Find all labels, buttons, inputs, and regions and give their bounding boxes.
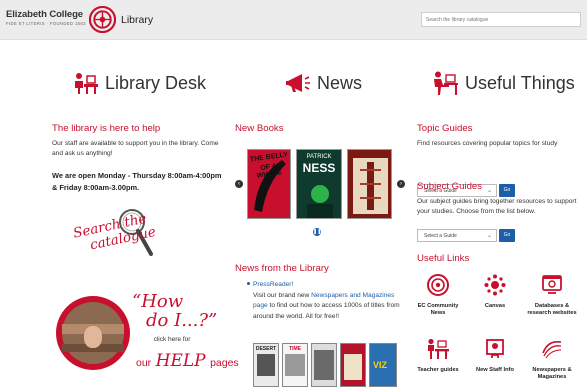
link-teacher-guides[interactable]: Teacher guides (412, 338, 464, 374)
useful-links-heading: Useful Links (417, 253, 470, 264)
opening-hours-text: We are open Monday - Thursday 8:00am-4:0… (52, 171, 222, 192)
library-desk-icon (75, 73, 98, 94)
college-logo-icon[interactable] (89, 6, 116, 33)
magazine-title: DESERT (255, 346, 277, 352)
help-how-text: “How do I...?” (132, 292, 217, 330)
subject-guide-select[interactable]: Select a Guide ⌄ (417, 229, 497, 242)
ec-logo-icon (427, 274, 449, 296)
link-newspapers-magazines[interactable]: Newspapers & Magazines (526, 338, 578, 381)
newspaper-icon (542, 340, 562, 359)
new-books-heading: New Books (235, 123, 284, 134)
link-label: Newspapers & Magazines (532, 367, 572, 380)
subject-guide-select-value: Select a Guide (424, 233, 457, 239)
link-databases[interactable]: Databases & research websites (526, 274, 578, 317)
help-photo (56, 296, 130, 370)
book-art-icon (353, 158, 388, 214)
news-bullet (247, 282, 250, 285)
carousel-prev-button[interactable]: ‹ (235, 180, 243, 188)
book-cover[interactable] (347, 149, 392, 219)
help-intro-text: Our staff are available to support you i… (52, 140, 219, 157)
news-item-title-link[interactable]: PressReader! (253, 280, 401, 291)
carousel-next-button[interactable]: › (397, 180, 405, 188)
help-our-word: our (136, 357, 152, 369)
catalogue-search-input[interactable]: Search the library catalogue (421, 12, 581, 27)
help-pages-link[interactable]: “How do I...?” click here for our HELP p… (56, 292, 239, 382)
help-do-line: do I...?” (146, 310, 218, 331)
useful-things-heading: Useful Things (431, 71, 575, 95)
magazine-title: TIME (289, 346, 301, 352)
page-title: Library (121, 14, 154, 26)
news-heading: News (285, 71, 362, 95)
college-brand[interactable]: Elizabeth College FIDE ET LITERIS · FOUN… (6, 10, 86, 26)
help-help-word: HELP (155, 351, 206, 371)
chevron-down-icon: ⌄ (486, 233, 492, 239)
useful-things-title: Useful Things (465, 72, 575, 93)
magazine-cover: DESERT (253, 343, 279, 387)
book-author-first: PATRICK (306, 154, 332, 160)
site-header: Elizabeth College FIDE ET LITERIS · FOUN… (0, 0, 587, 40)
link-label: Teacher guides (417, 367, 459, 373)
databases-icon (542, 275, 562, 294)
magazine-cover: TIME (282, 343, 308, 387)
new-staff-icon (486, 339, 504, 358)
book-cover[interactable]: THE BELLY OF A WHALE (247, 149, 291, 219)
news-from-library-heading: News from the Library (235, 263, 329, 274)
book-art-icon (307, 185, 333, 218)
book-author-last: NESS (302, 161, 336, 175)
link-label: New Staff Info (476, 367, 514, 373)
help-pages-word: pages (210, 357, 239, 369)
help-click-text: click here for (153, 336, 191, 343)
link-label: Canvas (484, 303, 506, 309)
link-canvas[interactable]: Canvas (469, 274, 521, 310)
subject-guides-text: Our subject guides bring together resour… (417, 198, 577, 215)
library-desk-heading: Library Desk (73, 71, 206, 95)
magazine-title: VIZ (373, 360, 388, 370)
help-how-line: “How (132, 291, 184, 312)
link-label: EC Community News (417, 303, 459, 316)
news-item-text-1: Visit our brand new (253, 291, 310, 299)
carousel-pause-button[interactable]: ❚❚ (313, 228, 321, 236)
help-our-pages: our HELP pages (136, 351, 239, 371)
search-catalogue-link[interactable]: Search the catalogue (50, 208, 210, 278)
news-item: PressReader! Visit our brand new Newspap… (253, 280, 401, 322)
college-name: Elizabeth College (6, 9, 83, 20)
canvas-icon (484, 274, 506, 296)
topic-go-button[interactable]: Go (499, 184, 515, 197)
teacher-icon (428, 338, 449, 359)
news-item-text-2: to find out how to access 1000s of title… (253, 302, 400, 320)
topic-guides-text: Find resources covering popular topics f… (417, 140, 558, 147)
link-new-staff-info[interactable]: New Staff Info (469, 338, 521, 374)
subject-go-button[interactable]: Go (499, 229, 515, 242)
help-subheading: The library is here to help (52, 123, 161, 134)
library-desk-title: Library Desk (105, 72, 207, 93)
book-cover[interactable]: PATRICK NESS (296, 149, 342, 219)
magazine-cover: VIZ (369, 343, 397, 387)
magazine-cover (311, 343, 337, 387)
college-tagline: FIDE ET LITERIS · FOUNDED 1563 (6, 20, 86, 26)
subject-guides-heading: Subject Guides (417, 181, 483, 192)
magazine-cover (340, 343, 366, 387)
topic-guides-heading: Topic Guides (417, 123, 473, 134)
chevron-down-icon: ⌄ (486, 188, 492, 194)
link-ec-community-news[interactable]: EC Community News (412, 274, 464, 317)
link-label: Databases & research websites (527, 303, 577, 316)
megaphone-icon (286, 74, 310, 92)
magazine-strip[interactable]: DESERT TIME VIZ (253, 343, 399, 387)
desk-person-icon (434, 71, 458, 95)
news-title: News (317, 72, 363, 93)
